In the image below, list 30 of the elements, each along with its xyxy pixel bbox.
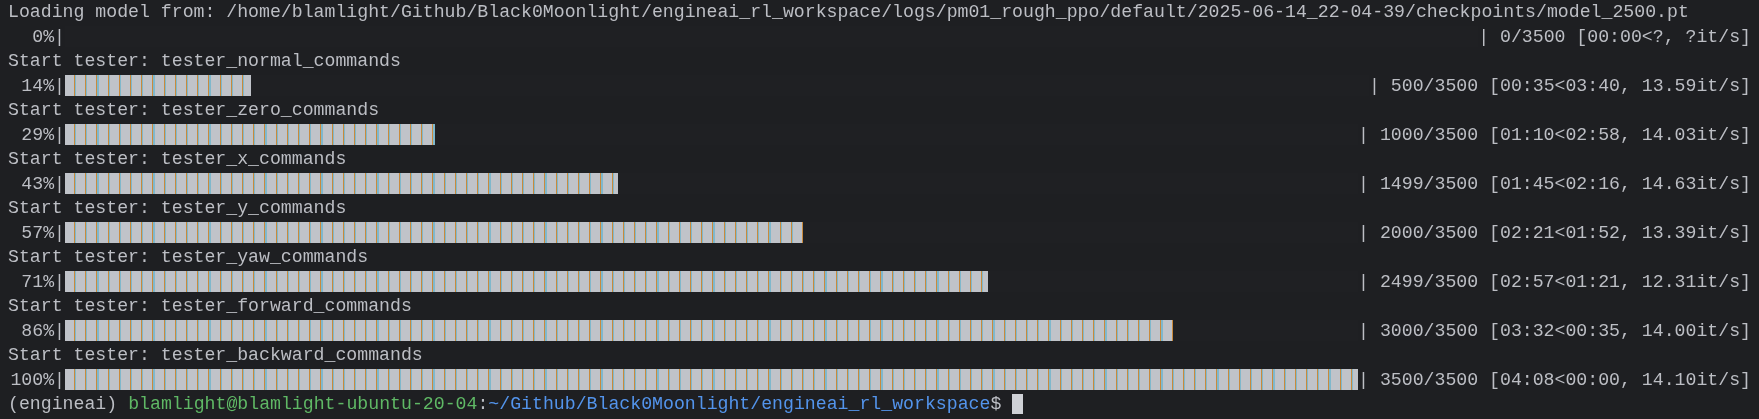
log-line: Loading model from: /home/blamlight/Github/Black0Moonlight/engineai_rl_workspace/logs/pm01_rough_ppo/default/2025-06-14_22-04-39/checkpoints/model_2500.pt bbox=[8, 1, 1690, 24]
log-line: Start tester: tester_backward_commands bbox=[8, 344, 424, 367]
progress-percent: 57%| bbox=[20, 221, 65, 245]
log-line: Start tester: tester_y_commands bbox=[8, 197, 348, 220]
progress-stats: | 1000/3500 [01:10<02:58, 14.03it/s] bbox=[1358, 123, 1751, 147]
progress-stats: | 1499/3500 [01:45<02:16, 14.63it/s] bbox=[1358, 172, 1751, 196]
progress-percent: 100%| bbox=[9, 368, 65, 392]
prompt-text: blamlight@blamlight-ubuntu-20-04 bbox=[128, 393, 478, 416]
prompt-text: ~/Github/Black0Moonlight/engineai_rl_workspace bbox=[488, 393, 991, 416]
log-line: Start tester: tester_x_commands bbox=[8, 148, 348, 171]
progress-stats: | 2499/3500 [02:57<01:21, 12.31it/s] bbox=[1358, 270, 1751, 294]
log-line: Start tester: tester_zero_commands bbox=[8, 99, 381, 122]
log-line: Start tester: tester_normal_commands bbox=[8, 50, 402, 73]
progress-percent: 86%| bbox=[20, 319, 65, 343]
prompt-text: (engineai) bbox=[8, 393, 118, 416]
progress-stats: | 2000/3500 [02:21<01:52, 13.39it/s] bbox=[1358, 221, 1751, 245]
text-cursor bbox=[1012, 394, 1024, 415]
progress-percent: 71%| bbox=[20, 270, 65, 294]
progress-percent: 14%| bbox=[20, 74, 65, 98]
log-line: Start tester: tester_yaw_commands bbox=[8, 246, 370, 269]
prompt-text: $ bbox=[990, 393, 1002, 416]
progress-percent: 0%| bbox=[31, 25, 65, 49]
progress-stats: | 0/3500 [00:00<?, ?it/s] bbox=[1478, 25, 1751, 49]
progress-stats: | 500/3500 [00:35<03:40, 13.59it/s] bbox=[1369, 74, 1751, 98]
log-line: Start tester: tester_forward_commands bbox=[8, 295, 413, 318]
progress-stats: | 3500/3500 [04:08<00:00, 14.10it/s] bbox=[1358, 368, 1751, 392]
progress-percent: 43%| bbox=[20, 172, 65, 196]
progress-stats: | 3000/3500 [03:32<00:35, 14.00it/s] bbox=[1358, 319, 1751, 343]
prompt-text: : bbox=[477, 393, 489, 416]
progress-percent: 29%| bbox=[20, 123, 65, 147]
